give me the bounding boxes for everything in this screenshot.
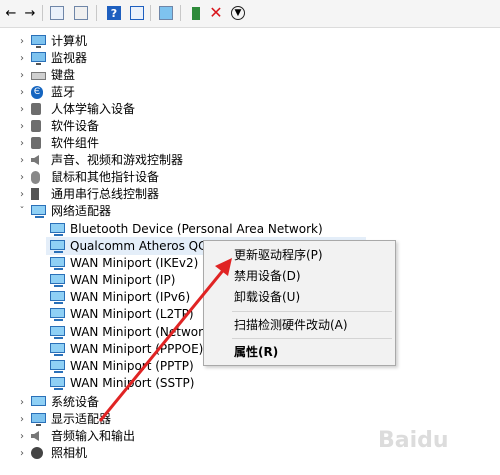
uninstall-icon[interactable]: ✕ bbox=[207, 4, 225, 22]
monitor-icon bbox=[31, 52, 46, 65]
chevron-right-icon[interactable]: › bbox=[17, 428, 27, 445]
tree-child-label: WAN Miniport (PPTP) bbox=[70, 359, 194, 373]
toolbar-divider bbox=[42, 5, 43, 21]
driver-icon[interactable] bbox=[72, 4, 90, 22]
tree-child-label: WAN Miniport (IP) bbox=[70, 273, 176, 287]
chevron-right-icon[interactable]: › bbox=[17, 394, 27, 411]
network-adapter-icon bbox=[50, 274, 65, 287]
menu-item-properties[interactable]: 属性(R) bbox=[234, 342, 278, 362]
menu-divider bbox=[232, 338, 392, 339]
network-adapter-icon bbox=[50, 326, 65, 339]
bluetooth-icon: Є bbox=[31, 86, 43, 99]
network-adapter-icon bbox=[31, 205, 46, 218]
software-device-icon bbox=[31, 120, 41, 132]
chevron-right-icon[interactable]: › bbox=[17, 186, 27, 203]
scan-hardware-icon[interactable] bbox=[157, 4, 175, 22]
view-icon[interactable] bbox=[128, 4, 146, 22]
chevron-down-icon[interactable]: ˇ bbox=[17, 203, 27, 220]
chevron-right-icon[interactable]: › bbox=[17, 118, 27, 135]
tree-item-label: 计算机 bbox=[51, 34, 88, 48]
chevron-right-icon[interactable]: › bbox=[17, 152, 27, 169]
audio-io-icon bbox=[31, 431, 39, 441]
usb-icon bbox=[31, 188, 39, 200]
menu-item-uninstall-device[interactable]: 卸载设备(U) bbox=[234, 287, 300, 307]
chevron-right-icon[interactable]: › bbox=[17, 67, 27, 84]
tree-item-label: 网络适配器 bbox=[51, 204, 112, 218]
mouse-icon bbox=[31, 171, 40, 184]
tree-item-label: 软件组件 bbox=[51, 136, 100, 150]
network-adapter-icon bbox=[50, 308, 65, 321]
toolbar-divider bbox=[180, 5, 181, 21]
toolbar-divider bbox=[96, 5, 97, 21]
chevron-right-icon[interactable]: › bbox=[17, 411, 27, 428]
tree-item-label: 监视器 bbox=[51, 51, 88, 65]
tree-child-label: Bluetooth Device (Personal Area Network) bbox=[70, 222, 323, 236]
speaker-icon bbox=[31, 155, 39, 165]
keyboard-icon bbox=[31, 72, 46, 80]
toolbar-divider bbox=[150, 5, 151, 21]
tree-child-label: WAN Miniport (L2TP) bbox=[70, 307, 194, 321]
chevron-right-icon[interactable]: › bbox=[17, 101, 27, 118]
tree-item-label: 蓝牙 bbox=[51, 85, 76, 99]
toolbar: ← → ? ✕ ▼ bbox=[0, 0, 500, 28]
tree-item-label: 声音、视频和游戏控制器 bbox=[51, 153, 184, 167]
watermark: Bai​du bbox=[378, 428, 449, 453]
tree-item-label: 键盘 bbox=[51, 68, 76, 82]
chevron-right-icon[interactable]: › bbox=[17, 169, 27, 186]
menu-divider bbox=[232, 311, 392, 312]
tree-child-label: Qualcomm Atheros QCA9 bbox=[70, 239, 223, 253]
menu-item-scan-hardware[interactable]: 扫描检测硬件改动(A) bbox=[234, 315, 348, 335]
tree-item-label: 通用串行总线控制器 bbox=[51, 187, 160, 201]
properties-icon[interactable] bbox=[48, 4, 66, 22]
software-component-icon bbox=[31, 137, 41, 149]
network-adapter-icon bbox=[50, 377, 65, 390]
tree-child-label: WAN Miniport (Network M bbox=[70, 325, 225, 339]
help-icon[interactable]: ? bbox=[105, 4, 123, 22]
chevron-right-icon[interactable]: › bbox=[17, 50, 27, 67]
tree-item-label: 软件设备 bbox=[51, 119, 100, 133]
tree-item-label: 照相机 bbox=[51, 446, 88, 460]
computer-icon bbox=[31, 35, 46, 48]
hid-icon bbox=[31, 103, 41, 115]
tree-item-label: 显示适配器 bbox=[51, 412, 112, 426]
menu-item-disable-device[interactable]: 禁用设备(D) bbox=[234, 266, 301, 286]
context-menu: 更新驱动程序(P) 禁用设备(D) 卸载设备(U) 扫描检测硬件改动(A) 属性… bbox=[203, 240, 396, 366]
tree-child-label: WAN Miniport (SSTP) bbox=[70, 376, 195, 390]
chevron-right-icon[interactable]: › bbox=[17, 445, 27, 462]
menu-item-update-driver[interactable]: 更新驱动程序(P) bbox=[234, 245, 323, 265]
tree-item-label: 系统设备 bbox=[51, 395, 100, 409]
display-adapter-icon bbox=[31, 413, 46, 426]
enable-device-icon[interactable] bbox=[187, 4, 205, 22]
network-adapter-icon bbox=[50, 343, 65, 356]
back-icon[interactable]: ← bbox=[2, 4, 20, 22]
tree-item-label: 鼠标和其他指针设备 bbox=[51, 170, 160, 184]
network-adapter-icon bbox=[50, 291, 65, 304]
system-device-icon bbox=[31, 396, 46, 406]
tree-child-label: WAN Miniport (IKEv2) bbox=[70, 256, 199, 270]
tree-item-label: 人体学输入设备 bbox=[51, 102, 136, 116]
chevron-right-icon[interactable]: › bbox=[17, 84, 27, 101]
chevron-right-icon[interactable]: › bbox=[17, 33, 27, 50]
tree-item-label: 音频输入和输出 bbox=[51, 429, 136, 443]
network-adapter-icon bbox=[50, 360, 65, 373]
network-adapter-icon bbox=[50, 223, 65, 236]
network-adapter-icon bbox=[50, 240, 65, 253]
chevron-right-icon[interactable]: › bbox=[17, 135, 27, 152]
tree-child-label: WAN Miniport (PPPOE) bbox=[70, 342, 204, 356]
camera-icon bbox=[31, 447, 43, 459]
forward-icon[interactable]: → bbox=[21, 4, 39, 22]
download-icon[interactable]: ▼ bbox=[229, 4, 247, 22]
network-adapter-icon bbox=[50, 257, 65, 270]
tree-child-label: WAN Miniport (IPv6) bbox=[70, 290, 191, 304]
